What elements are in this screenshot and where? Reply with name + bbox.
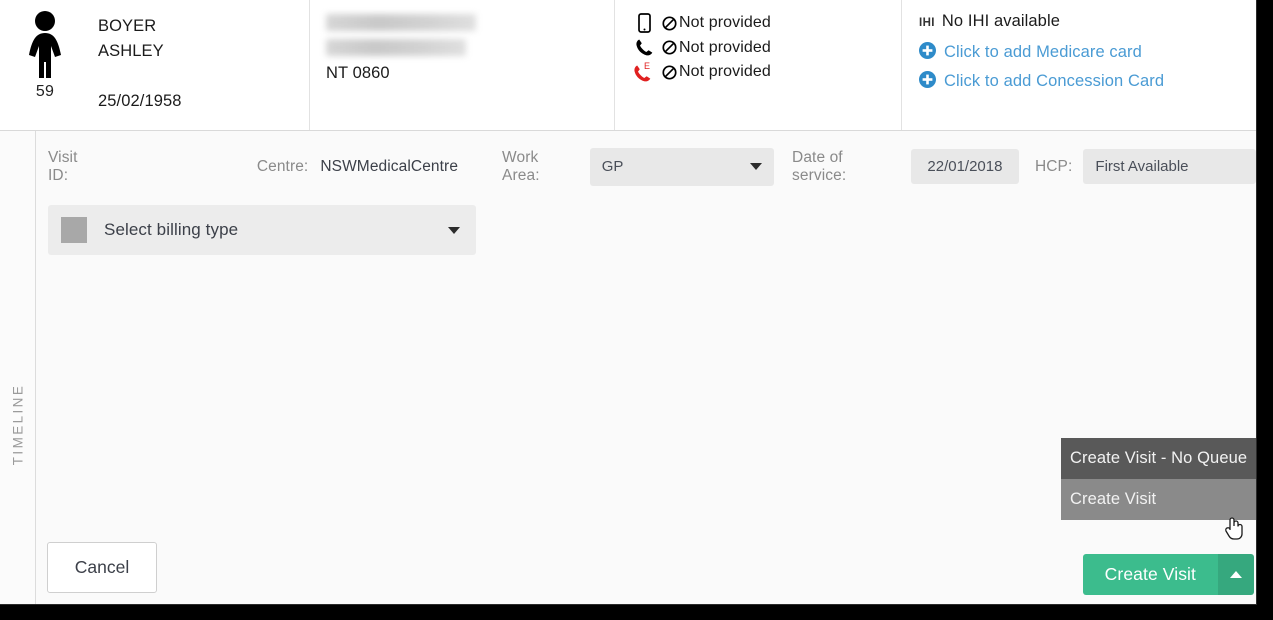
date-of-service-value: 22/01/2018 [927,158,1003,175]
work-area-label: Work Area: [502,148,540,184]
create-visit-button[interactable]: Create Visit [1082,554,1218,595]
no-entry-icon [659,40,679,55]
hcp-value: First Available [1095,158,1189,175]
add-concession-card-link[interactable]: Click to add Concession Card [919,69,1256,94]
hcp-label: HCP: [1034,157,1073,175]
create-visit-split-button: Create Visit [1082,554,1254,595]
work-area-dropdown[interactable]: GP [589,147,775,186]
date-of-service-field[interactable]: 22/01/2018 [910,149,1019,184]
chevron-up-icon [1230,571,1242,578]
no-entry-icon [659,65,679,80]
female-figure-icon [14,10,76,80]
patient-contacts-panel: Not provided Not provided E Not provided [614,0,901,130]
billing-type-label: Select billing type [104,220,239,239]
patient-last-name: BOYER [98,17,157,35]
contact-row-home: Not provided [629,36,901,61]
work-area-value: GP [601,158,624,175]
patient-identity-panel: 59 BOYER ASHLEY 25/02/1958 [0,0,309,130]
emergency-phone-icon: E [629,61,659,83]
emergency-badge-letter: E [644,61,650,71]
phone-handset-icon [629,38,659,57]
add-concession-card-label: Click to add Concession Card [944,72,1165,90]
centre-value: NSWMedicalCentre [320,157,459,175]
timeline-rail-label: TIMELINE [10,383,25,466]
timeline-rail[interactable]: TIMELINE [0,131,36,604]
date-of-service-label: Date of service: [792,148,847,184]
patient-header: 59 BOYER ASHLEY 25/02/1958 NT 0860 Not p… [0,0,1256,131]
patient-first-name: ASHLEY [98,42,164,60]
visit-id-label: Visit ID: [48,148,78,184]
add-medicare-card-label: Click to add Medicare card [944,43,1142,61]
contact-row-emergency: E Not provided [629,60,901,85]
ihi-status: No IHI available [941,12,1060,30]
billing-color-swatch [61,217,87,243]
create-visit-dropdown-toggle[interactable] [1218,554,1254,595]
add-medicare-card-link[interactable]: Click to add Medicare card [919,40,1256,65]
mouse-cursor-pointer [1224,514,1246,547]
contact-value-emergency: Not provided [679,63,771,81]
chevron-down-icon [448,226,460,234]
billing-type-dropdown[interactable]: Select billing type [48,205,476,255]
visit-creation-window: 59 BOYER ASHLEY 25/02/1958 NT 0860 Not p… [0,0,1257,605]
contact-value-mobile: Not provided [679,14,771,32]
chevron-down-icon [750,163,763,170]
patient-address-panel: NT 0860 [309,0,614,130]
create-visit-menu: Create Visit - No Queue Create Visit [1061,438,1256,520]
plus-circle-icon [919,41,936,64]
no-entry-icon [659,16,679,31]
hcp-field[interactable]: First Available [1083,149,1256,184]
contact-value-home: Not provided [679,38,771,56]
address-line-2-redacted [326,39,466,56]
address-state-postcode: NT 0860 [326,64,390,82]
ihi-cards-panel: IHI No IHI available Click to add Medica… [901,0,1256,130]
patient-age: 59 [35,83,55,100]
address-line-1-redacted [326,14,476,31]
mobile-phone-icon [629,13,659,34]
visit-meta-row: Visit ID: Centre: NSWMedicalCentre Work … [36,131,1256,187]
patient-dob: 25/02/1958 [98,92,182,110]
visit-form-content: Visit ID: Centre: NSWMedicalCentre Work … [36,131,1256,604]
menu-item-create-visit-no-queue[interactable]: Create Visit - No Queue [1061,438,1256,479]
visit-form-body: TIMELINE Visit ID: Centre: NSWMedicalCen… [0,131,1256,604]
centre-label: Centre: [256,157,309,175]
plus-circle-icon [919,70,936,93]
ihi-label: IHI [919,17,935,29]
contact-row-mobile: Not provided [629,11,901,36]
cancel-button[interactable]: Cancel [47,542,157,593]
